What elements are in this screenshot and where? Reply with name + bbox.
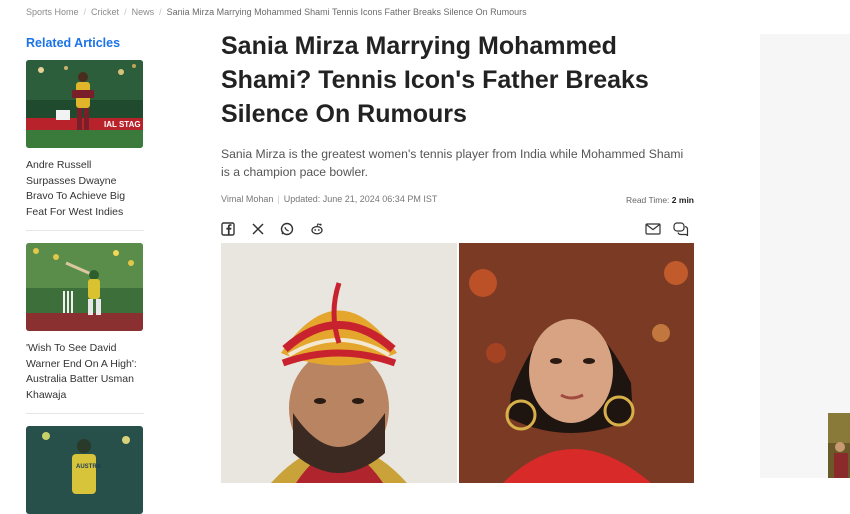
portraits-image [221,243,694,483]
article-headline: Sania Mirza Marrying Mohammed Shami? Ten… [221,32,649,128]
related-article-thumbnail[interactable]: IAL STAG [26,60,143,148]
meta-divider: | [277,194,280,204]
read-time-value: 2 min [671,195,694,205]
related-article-card[interactable]: AUSTRA [26,426,143,514]
related-articles-sidebar: Related Articles IAL STAG Andre Russell … [26,36,144,514]
article-meta: Vimal Mohan | Updated: June 21, 2024 06:34… [221,194,694,210]
comment-icon[interactable] [673,222,689,238]
cricketer-in-stadium-image: AUSTRA [26,426,143,514]
related-article-title[interactable]: Andre Russell Surpasses Dwayne Bravo To … [26,158,143,220]
breadcrumb-separator: / [124,7,127,17]
facebook-icon[interactable] [221,222,237,238]
article-hero-image [221,243,694,483]
article-summary: Sania Mirza is the greatest women's tenn… [221,147,684,179]
read-time-label: Read Time: [625,195,670,205]
breadcrumb-separator: / [159,7,162,17]
svg-text:AUSTRA: AUSTRA [76,464,102,470]
video-thumbnail-image [828,413,850,478]
breadcrumb-cricket[interactable]: Cricket [91,7,119,17]
related-articles-heading: Related Articles [26,36,121,50]
batter-playing-shot-image [26,243,143,331]
related-article-title[interactable]: 'Wish To See David Warner End On A High'… [26,341,143,403]
breadcrumb-sports-home[interactable]: Sports Home [26,7,79,17]
related-article-card[interactable]: IAL STAG Andre Russell Surpasses Dwayne … [26,60,143,220]
floating-video-thumbnail[interactable] [828,413,850,478]
breadcrumb-separator: / [83,7,87,17]
breadcrumb: Sports Home / Cricket / News / Sania Mirza Mar… [26,7,527,17]
cricketer-celebrating-image: IAL STAG [26,60,143,148]
x-icon[interactable] [251,222,267,238]
whatsapp-icon[interactable] [280,222,296,238]
related-article-thumbnail[interactable] [26,243,143,331]
mail-icon[interactable] [645,222,661,238]
read-time: Read Time: 2 min [626,195,694,205]
card-divider [26,230,144,231]
related-article-thumbnail[interactable]: AUSTRA [26,426,143,514]
svg-text:IAL STAG: IAL STAG [104,120,141,129]
share-bar [221,222,694,242]
author-link[interactable]: Vimal Mohan [221,194,273,204]
breadcrumb-current: Sania Mirza Marrying Mohammed Shami Tenn… [166,7,527,17]
updated-timestamp: Updated: June 21, 2024 06:34 PM IST [283,194,438,204]
card-divider [26,413,144,414]
breadcrumb-news[interactable]: News [132,7,155,17]
article-main: Sania Mirza Marrying Mohammed Shami? Ten… [221,29,694,242]
reddit-icon[interactable] [310,222,326,238]
advertisement-panel [760,34,850,478]
related-article-card[interactable]: 'Wish To See David Warner End On A High'… [26,243,143,403]
